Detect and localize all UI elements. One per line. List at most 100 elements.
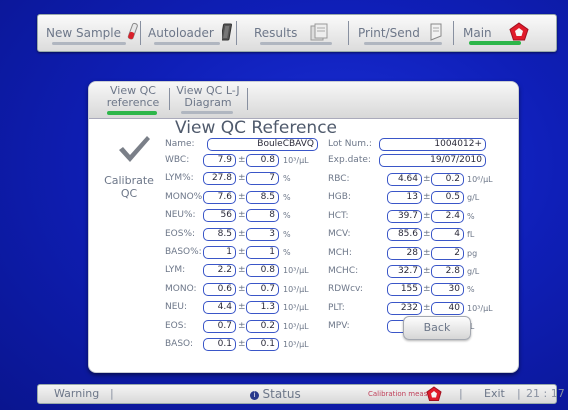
param-range-field[interactable]: 2.8 bbox=[431, 265, 464, 278]
param-target-field[interactable]: 7.6 bbox=[203, 190, 236, 204]
nav-autoloader[interactable]: Autoloader bbox=[148, 15, 234, 51]
param-target-field[interactable]: 32.7 bbox=[387, 265, 422, 278]
plus-minus-sign: ± bbox=[238, 210, 246, 221]
nav-separator bbox=[453, 21, 454, 45]
plus-minus-sign: ± bbox=[238, 302, 246, 313]
plus-minus-sign: ± bbox=[423, 192, 431, 203]
tab-reference-line2: reference bbox=[106, 96, 160, 109]
status-separator: | bbox=[517, 387, 521, 400]
nav-separator bbox=[348, 21, 349, 45]
param-unit: pg bbox=[467, 248, 478, 258]
exit-button[interactable]: Exit bbox=[484, 385, 505, 403]
calibration-status-text: Calibration measur bbox=[368, 390, 435, 398]
param-target-field[interactable]: 8.5 bbox=[203, 227, 236, 241]
plus-minus-sign: ± bbox=[423, 247, 431, 258]
param-range-field[interactable]: 1.3 bbox=[246, 301, 279, 315]
param-range-field[interactable]: 0.8 bbox=[246, 264, 279, 278]
warning-button[interactable]: Warning bbox=[54, 385, 99, 403]
param-unit: fL bbox=[467, 230, 475, 240]
param-range-field[interactable]: 0.1 bbox=[246, 338, 279, 351]
param-range-field[interactable]: 8.5 bbox=[246, 190, 279, 204]
nav-print-send[interactable]: Print/Send bbox=[358, 15, 444, 51]
param-range-field[interactable]: 8 bbox=[246, 209, 279, 223]
param-range-field[interactable]: 7 bbox=[246, 172, 279, 186]
page-title: View QC Reference bbox=[175, 118, 338, 138]
param-label: MCH: bbox=[328, 247, 352, 258]
plus-minus-sign: ± bbox=[423, 284, 431, 295]
param-target-field[interactable]: 39.7 bbox=[387, 209, 422, 223]
param-label: MCHC: bbox=[328, 266, 359, 276]
nav-results-label: Results bbox=[254, 26, 298, 40]
param-range-field[interactable]: 30 bbox=[431, 283, 464, 297]
param-range-field[interactable]: 2 bbox=[431, 246, 464, 260]
param-label: BASO: bbox=[165, 339, 194, 349]
tab-lj-line2: Diagram bbox=[184, 96, 232, 109]
param-range-field[interactable]: 40 bbox=[431, 301, 464, 315]
tab-separator bbox=[247, 88, 248, 110]
param-unit: % bbox=[283, 229, 291, 239]
param-range-field[interactable]: 4 bbox=[431, 228, 464, 242]
param-unit: 10³/µL bbox=[283, 321, 309, 331]
param-target-field[interactable]: 28 bbox=[387, 246, 422, 260]
param-target-field[interactable]: 27.8 bbox=[203, 172, 236, 186]
param-target-field[interactable]: 13 bbox=[387, 191, 422, 205]
param-range-field[interactable]: 0.5 bbox=[431, 191, 464, 205]
status-separator: | bbox=[459, 387, 463, 400]
nav-new-sample[interactable]: New Sample bbox=[46, 15, 138, 51]
tab-view-qc-reference[interactable]: View QC reference bbox=[105, 85, 161, 109]
param-label: MCV: bbox=[328, 229, 351, 240]
tab-lj-indicator bbox=[181, 111, 233, 114]
plus-minus-sign: ± bbox=[423, 174, 431, 184]
param-label: MPV: bbox=[328, 321, 350, 332]
param-target-field[interactable]: 85.6 bbox=[387, 228, 422, 242]
param-range-field[interactable]: 1 bbox=[246, 246, 279, 259]
plus-minus-sign: ± bbox=[423, 210, 431, 221]
nav-results[interactable]: Results bbox=[254, 15, 331, 51]
param-unit: % bbox=[283, 174, 291, 184]
param-target-field[interactable]: 4.64 bbox=[387, 173, 422, 186]
param-range-field[interactable]: 0.2 bbox=[246, 319, 279, 333]
param-unit: 10³/µL bbox=[467, 303, 493, 313]
param-range-field[interactable]: 0.8 bbox=[246, 154, 279, 167]
param-target-field[interactable]: 56 bbox=[203, 209, 236, 223]
param-unit: 10³/µL bbox=[283, 266, 309, 276]
param-unit: 10⁶/µL bbox=[467, 175, 493, 184]
tab-view-qc-lj-diagram[interactable]: View QC L-J Diagram bbox=[175, 85, 241, 109]
exp-date-field[interactable]: 19/07/2010 bbox=[379, 154, 486, 167]
plus-minus-sign: ± bbox=[423, 266, 431, 276]
param-target-field[interactable]: 0.1 bbox=[203, 338, 236, 351]
autoloader-rack-icon bbox=[220, 22, 234, 45]
param-target-field[interactable]: 1 bbox=[203, 246, 236, 259]
back-button[interactable]: Back bbox=[403, 316, 471, 340]
param-label: NEU%: bbox=[165, 210, 196, 221]
calibrate-label-line2: QC bbox=[120, 187, 138, 200]
nav-autoloader-indicator bbox=[154, 42, 220, 45]
name-label: Name: bbox=[165, 139, 195, 149]
exp-date-label: Exp.date: bbox=[328, 155, 371, 165]
name-field[interactable]: BouleCBAVQ bbox=[207, 138, 318, 151]
tab-separator bbox=[169, 88, 170, 110]
calibrate-qc-button[interactable]: Calibrate QC bbox=[99, 174, 159, 200]
alert-pentagon-icon[interactable] bbox=[426, 386, 442, 408]
param-label: LYM: bbox=[165, 265, 186, 276]
param-target-field[interactable]: 0.7 bbox=[203, 319, 236, 333]
param-range-field[interactable]: 0.2 bbox=[431, 173, 464, 186]
param-range-field[interactable]: 0.7 bbox=[246, 282, 279, 296]
param-target-field[interactable]: 4.4 bbox=[203, 301, 236, 315]
nav-main[interactable]: Main bbox=[463, 15, 530, 51]
param-target-field[interactable]: 0.6 bbox=[203, 282, 236, 296]
lot-number-field[interactable]: 1004012+ bbox=[379, 138, 486, 151]
param-target-field[interactable]: 232 bbox=[387, 301, 422, 315]
param-label: BASO%: bbox=[165, 247, 202, 257]
status-button[interactable]: i Status bbox=[250, 385, 301, 404]
param-target-field[interactable]: 155 bbox=[387, 283, 422, 297]
param-target-field[interactable]: 2.2 bbox=[203, 264, 236, 278]
param-label: EOS: bbox=[165, 320, 187, 331]
param-range-field[interactable]: 3 bbox=[246, 227, 279, 241]
param-label: MONO%: bbox=[165, 191, 206, 202]
param-range-field[interactable]: 2.4 bbox=[431, 209, 464, 223]
nav-main-label: Main bbox=[463, 26, 492, 40]
status-label: Status bbox=[262, 387, 301, 401]
checkmark-icon bbox=[117, 134, 151, 168]
param-target-field[interactable]: 7.9 bbox=[203, 154, 236, 167]
